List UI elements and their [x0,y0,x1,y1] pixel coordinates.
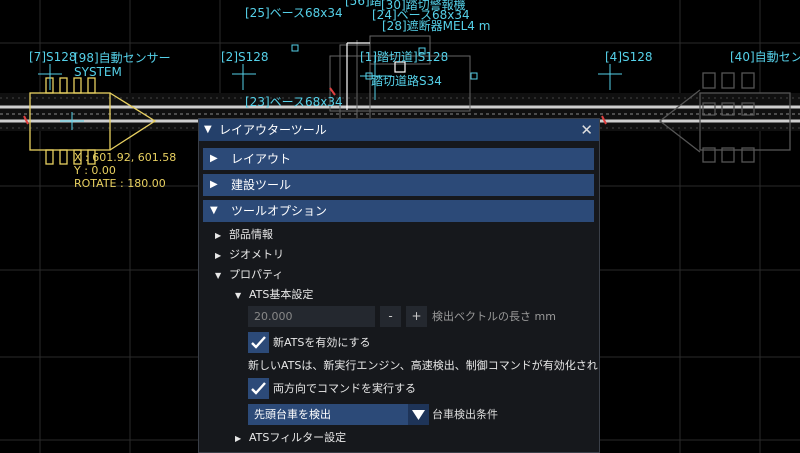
checkmark-icon [251,336,266,349]
checkmark-icon [251,382,266,395]
tree-item-properties[interactable]: ▼ プロパティ [215,267,283,284]
tree-item-ats-filter[interactable]: ▶ ATSフィルター設定 [235,430,346,447]
object-label: [2]S128 [221,50,269,64]
collapse-triangle-icon: ▼ [235,291,242,300]
object-label: [4]S128 [605,50,653,64]
coord-y-readout: Y : 0.00 [74,164,116,177]
vector-length-label: 検出ベクトルの長さ mm [432,310,556,323]
object-label: SYSTEM [74,65,122,79]
object-label: [40]自動セン [730,50,800,64]
panel-title-bar[interactable]: ▼ レイアウターツール ✕ [199,119,599,141]
panel-title: レイアウターツール [219,123,327,137]
object-label: [25]ベース68x34 [245,6,343,20]
section-build-tools[interactable]: ▶ 建設ツール [203,174,594,196]
section-label: 建設ツール [231,178,292,192]
enable-new-ats-label: 新ATSを有効にする [273,336,371,349]
tree-item-ats-basic[interactable]: ▼ ATS基本設定 [235,287,313,304]
object-label: [1]踏切道]S128 [360,50,449,64]
expand-triangle-icon: ▶ [215,251,222,260]
bidirectional-checkbox[interactable] [248,378,269,399]
bogie-detection-select[interactable]: 先頭台車を検出 [248,404,409,425]
bidirectional-label: 両方向でコマンドを実行する [273,382,416,395]
decrement-button[interactable]: - [380,306,401,327]
close-icon[interactable]: ✕ [580,119,593,141]
bogie-detection-label: 台車検出条件 [432,408,498,421]
chevron-down-icon [412,410,425,420]
tree-item-parts-info[interactable]: ▶ 部品情報 [215,227,273,244]
tree-item-geometry[interactable]: ▶ ジオメトリ [215,247,284,264]
new-ats-description: 新しいATSは、新実行エンジン、高速検出、制御コマンドが有効化され [248,359,598,372]
tree-label: ATSフィルター設定 [249,431,347,444]
object-label: [7]S128 [29,50,77,64]
object-label: 踏切道路S34 [371,74,442,88]
section-label: ツールオプション [231,204,328,218]
object-label: [28]遮断器MEL4 m [382,19,491,33]
object-label: [23]ベース68x34 [245,95,343,109]
tree-label: 部品情報 [229,228,273,241]
section-layout[interactable]: ▶ レイアウト [203,148,594,170]
tree-label: プロパティ [229,268,284,281]
collapse-triangle-icon: ▼ [210,205,218,216]
expand-triangle-icon: ▶ [215,231,222,240]
rotate-readout: ROTATE : 180.00 [74,177,166,190]
increment-button[interactable]: + [406,306,427,327]
collapse-triangle-icon[interactable]: ▼ [204,119,212,141]
object-label: [98]自動センサー [74,51,171,65]
expand-triangle-icon: ▶ [235,434,242,443]
expand-triangle-icon: ▶ [210,153,218,164]
vector-length-input[interactable]: 20.000 [248,306,375,327]
object-label: [56]踏 [345,0,382,8]
coord-x-readout: X : 601.92, 601.58 [74,151,177,164]
dropdown-arrow-button[interactable] [408,404,429,425]
tree-label: ATS基本設定 [249,288,314,301]
section-label: レイアウト [231,152,292,166]
tree-label: ジオメトリ [229,248,284,261]
enable-new-ats-checkbox[interactable] [248,332,269,353]
section-tool-options[interactable]: ▼ ツールオプション [203,200,594,222]
collapse-triangle-icon: ▼ [215,271,222,280]
expand-triangle-icon: ▶ [210,179,218,190]
